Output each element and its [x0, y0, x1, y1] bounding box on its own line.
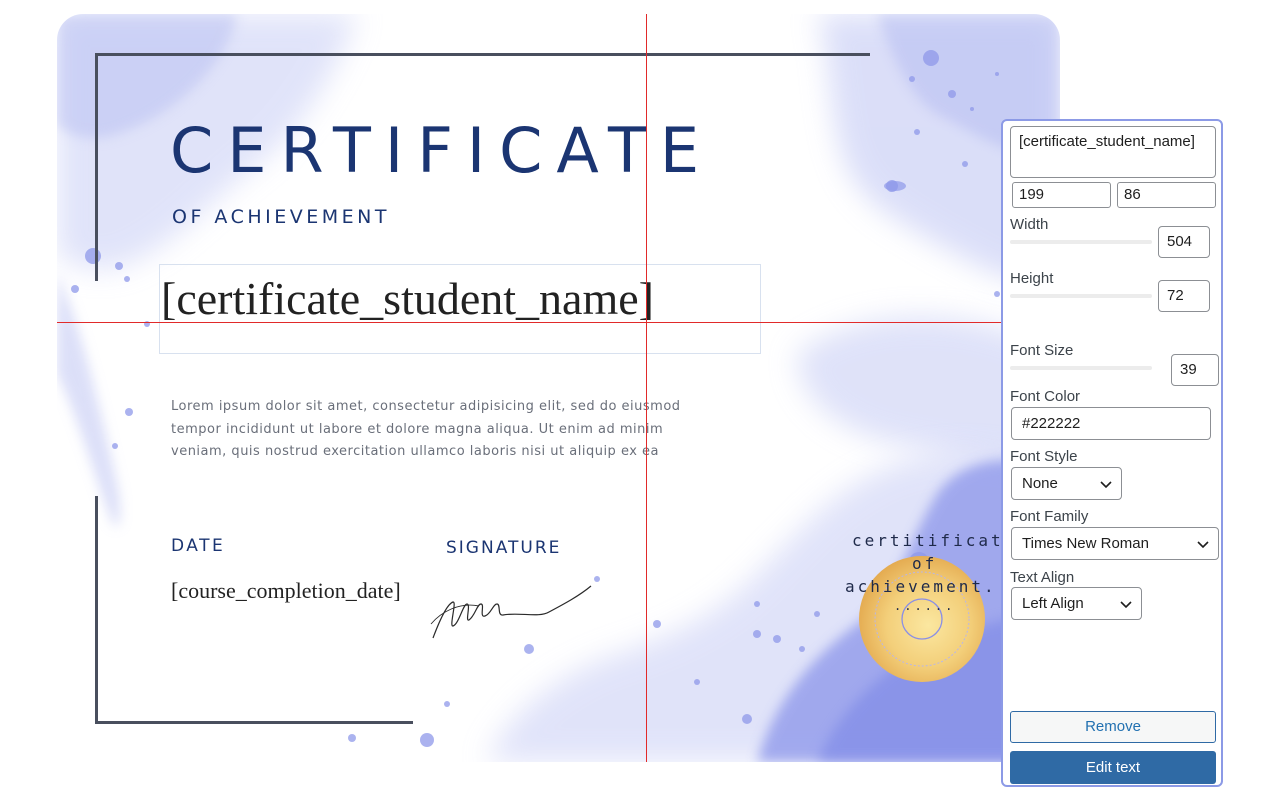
font-color-label: Font Color [1010, 388, 1081, 405]
height-slider[interactable] [1010, 294, 1152, 298]
frame-border-left-top [95, 53, 98, 281]
vertical-guide-line [646, 14, 647, 762]
chevron-down-icon [1120, 601, 1132, 609]
height-label: Height [1010, 270, 1054, 287]
edit-text-button[interactable]: Edit text [1010, 751, 1216, 784]
frame-border-left-bottom [95, 496, 98, 724]
font-size-label: Font Size [1010, 342, 1074, 359]
chevron-down-icon [1100, 481, 1112, 489]
text-align-select[interactable]: Left Align [1011, 587, 1142, 620]
font-family-select[interactable]: Times New Roman [1011, 527, 1219, 560]
chevron-down-icon [1197, 541, 1209, 549]
certificate-subtitle[interactable]: OF ACHIEVEMENT [172, 206, 390, 228]
width-input[interactable]: 504 [1158, 226, 1210, 258]
signature-label[interactable]: SIGNATURE [446, 538, 561, 558]
frame-border-bottom [95, 721, 413, 724]
certificate-canvas[interactable]: CERTIFICATE OF ACHIEVEMENT [certificate_… [57, 14, 1060, 762]
frame-border-top [95, 53, 870, 56]
element-text-input[interactable]: [certificate_student_name] [1010, 126, 1216, 178]
height-input[interactable]: 72 [1158, 280, 1210, 312]
body-line: veniam, quis nostrud exercitation ullamc… [171, 444, 659, 459]
certificate-title[interactable]: CERTIFICATE [170, 120, 713, 182]
font-size-slider[interactable] [1010, 366, 1152, 370]
font-family-value: Times New Roman [1022, 535, 1149, 552]
font-family-label: Font Family [1010, 508, 1089, 525]
font-style-label: Font Style [1010, 448, 1078, 465]
font-style-select[interactable]: None [1011, 467, 1122, 500]
body-line: Lorem ipsum dolor sit amet, consectetur … [171, 399, 681, 414]
seal-text: achievement. [845, 577, 997, 596]
horizontal-guide-line [57, 322, 1003, 323]
student-name-text[interactable]: [certificate_student_name] [161, 273, 654, 325]
position-x-input[interactable]: 199 [1012, 182, 1111, 208]
position-y-input[interactable]: 86 [1117, 182, 1216, 208]
text-properties-panel: [certificate_student_name] 199 86 Width … [1001, 119, 1223, 787]
signature-icon[interactable] [429, 582, 599, 642]
remove-button[interactable]: Remove [1010, 711, 1216, 743]
body-line: tempor incididunt ut labore et dolore ma… [171, 421, 664, 437]
completion-date-text[interactable]: [course_completion_date] [171, 578, 401, 604]
seal-text: of [912, 554, 938, 573]
seal-text: ...... [894, 599, 956, 613]
font-size-input[interactable]: 39 [1171, 354, 1219, 386]
seal-text: certitificate [852, 531, 1017, 550]
text-align-label: Text Align [1010, 569, 1075, 586]
font-color-input[interactable]: #222222 [1011, 407, 1211, 440]
date-label[interactable]: DATE [171, 536, 225, 556]
font-style-value: None [1022, 475, 1058, 492]
width-label: Width [1010, 216, 1049, 233]
body-text[interactable]: Lorem ipsum dolor sit amet, consectetur … [171, 396, 691, 464]
text-align-value: Left Align [1022, 595, 1084, 612]
width-slider[interactable] [1010, 240, 1152, 244]
